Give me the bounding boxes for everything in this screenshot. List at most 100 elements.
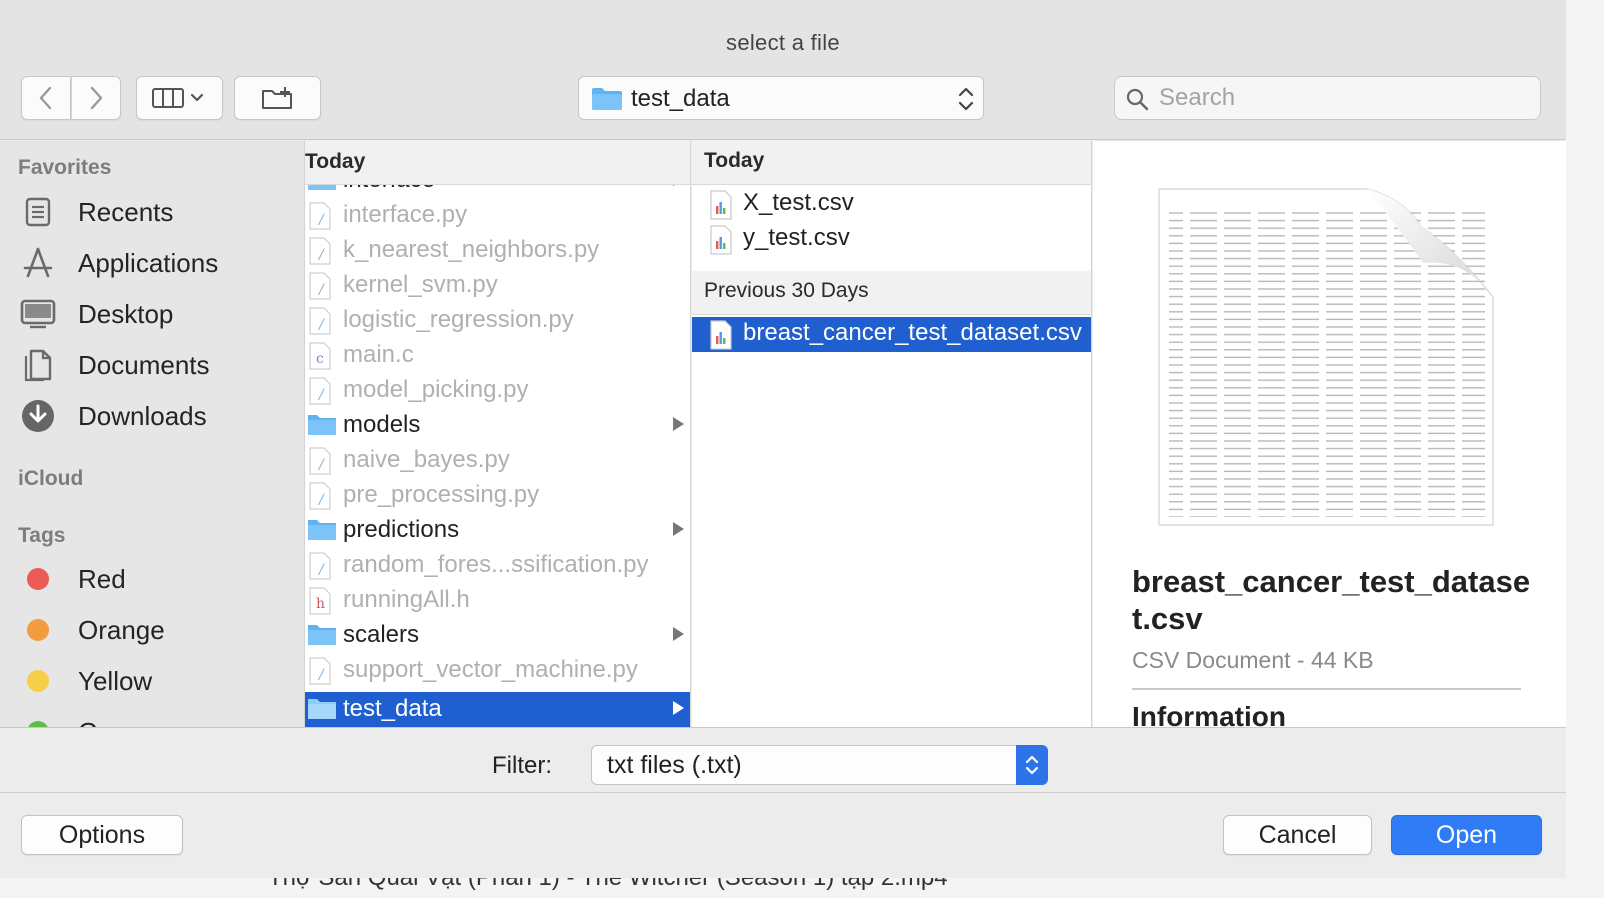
item-name: runningAll.h <box>343 586 470 613</box>
item-name: support_vector_machine.py <box>343 656 638 683</box>
background-window-edge <box>1566 0 1604 898</box>
cancel-button[interactable]: Cancel <box>1223 815 1372 855</box>
search-field[interactable] <box>1114 76 1541 120</box>
csv-file-icon <box>710 320 732 350</box>
orange-tag-dot-icon <box>27 619 49 641</box>
sidebar-item-label: Downloads <box>78 400 207 431</box>
documents-icon <box>18 345 58 385</box>
python-file-icon: / <box>309 307 331 335</box>
preview-info-heading: Information <box>1132 701 1286 727</box>
new-folder-icon <box>261 87 292 109</box>
python-file-icon: / <box>309 657 331 685</box>
list-item-file[interactable]: / interface.py <box>305 198 690 233</box>
chevron-left-icon <box>39 86 52 110</box>
folder-icon <box>592 88 622 110</box>
new-folder-button[interactable] <box>234 76 321 120</box>
open-file-dialog: select a file test_data Search Favorites… <box>0 0 1566 878</box>
up-down-arrows-icon <box>958 87 974 111</box>
svg-text:h: h <box>316 596 325 612</box>
sidebar-tag-green[interactable]: Green <box>18 712 298 727</box>
search-input[interactable] <box>1159 81 1529 115</box>
sidebar-tag-orange[interactable]: Orange <box>18 610 298 650</box>
item-name: scalers <box>343 621 420 648</box>
filter-select[interactable]: txt files (.txt) <box>591 745 1048 785</box>
list-item-file[interactable]: c main.c <box>305 338 690 373</box>
sidebar-tag-red[interactable]: Red <box>18 559 298 599</box>
csv-file-icon <box>710 190 732 220</box>
item-name: kernel_svm.py <box>343 271 498 298</box>
back-button[interactable] <box>21 76 71 120</box>
list-item-folder[interactable]: scalers <box>305 618 690 653</box>
list-item-file[interactable]: / support_vector_machine.py <box>305 653 690 688</box>
location-label: test_data <box>631 85 730 112</box>
sidebar-item-label: Recents <box>78 196 174 227</box>
preview-file-kind: CSV Document - 44 KB <box>1132 647 1374 673</box>
folder-icon <box>308 625 336 645</box>
item-name: interface.py <box>343 201 468 228</box>
list-item-file[interactable]: / pre_processing.py <box>305 478 690 513</box>
desktop-icon <box>18 294 58 334</box>
list-item-file[interactable]: / kernel_svm.py <box>305 268 690 303</box>
item-name: naive_bayes.py <box>343 446 510 473</box>
sidebar-item-label: Orange <box>78 614 165 645</box>
sidebar-item-downloads[interactable]: Downloads <box>18 396 298 436</box>
list-item-file[interactable]: h runningAll.h <box>305 583 690 618</box>
sidebar-item-label: Red <box>78 563 126 594</box>
preview-divider <box>1132 688 1521 690</box>
sidebar-item-recents[interactable]: Recents <box>18 192 298 232</box>
browser-column-parent: interface Today / interface.py / k_neare… <box>304 141 691 727</box>
toolbar: select a file test_data Search <box>0 0 1566 140</box>
folder-icon <box>308 415 336 435</box>
python-file-icon: / <box>309 272 331 300</box>
list-item-file[interactable]: / model_picking.py <box>305 373 690 408</box>
background-file-name: Thợ Săn Quái Vật (Phần 1) - The Witcher … <box>268 878 948 892</box>
python-file-icon: / <box>309 202 331 230</box>
yellow-tag-dot-icon <box>27 670 49 692</box>
filter-value: txt files (.txt) <box>607 751 742 779</box>
list-item-file[interactable]: X_test.csv <box>692 187 1091 222</box>
column-header: Today <box>305 141 690 185</box>
options-button[interactable]: Options <box>21 815 183 855</box>
item-name: X_test.csv <box>743 189 854 216</box>
item-name: models <box>343 411 421 438</box>
list-item-file[interactable]: / naive_bayes.py <box>305 443 690 478</box>
list-item-file[interactable]: y_test.csv <box>692 222 1091 257</box>
preview-file-name: breast_cancer_test_dataset.csv <box>1132 564 1531 636</box>
list-item-file[interactable]: / logistic_regression.py <box>305 303 690 338</box>
sidebar-item-documents[interactable]: Documents <box>18 345 298 385</box>
disclosure-arrow-icon <box>673 522 684 536</box>
python-file-icon: / <box>309 237 331 265</box>
sidebar-item-label: Documents <box>78 349 210 380</box>
list-item-file-selected[interactable]: breast_cancer_test_dataset.csv <box>692 317 1091 352</box>
applications-icon <box>18 243 58 283</box>
list-item-folder-selected[interactable]: test_data <box>305 692 690 727</box>
filter-bar: Filter: txt files (.txt) <box>0 727 1566 793</box>
disclosure-arrow-icon <box>673 417 684 431</box>
dialog-title: select a file <box>726 30 840 55</box>
downloads-icon <box>18 396 58 436</box>
sidebar-item-applications[interactable]: Applications <box>18 243 298 283</box>
item-name: model_picking.py <box>343 376 529 403</box>
python-file-icon: / <box>309 447 331 475</box>
filter-label: Filter: <box>492 752 552 779</box>
view-mode-button[interactable] <box>136 76 223 120</box>
sidebar-item-label: Green <box>78 717 150 728</box>
favorites-heading: Favorites <box>18 156 112 179</box>
browser-column-files: Today X_test.csv y_test.csv Previous 30 … <box>692 141 1092 727</box>
list-item-file[interactable]: / k_nearest_neighbors.py <box>305 233 690 268</box>
csv-file-icon <box>710 225 732 255</box>
list-item-file[interactable]: / random_fores...ssification.py <box>305 548 690 583</box>
forward-button[interactable] <box>71 76 121 120</box>
section-header-previous-30-days: Previous 30 Days <box>692 271 1091 315</box>
location-popup[interactable]: test_data <box>578 76 984 120</box>
sidebar-tag-yellow[interactable]: Yellow <box>18 661 298 701</box>
list-item-folder[interactable]: models <box>305 408 690 443</box>
open-button[interactable]: Open <box>1391 815 1542 855</box>
item-name: y_test.csv <box>743 224 850 251</box>
recents-icon <box>18 192 58 232</box>
red-tag-dot-icon <box>27 568 49 590</box>
item-name: random_fores...ssification.py <box>343 551 649 578</box>
list-item-folder[interactable]: predictions <box>305 513 690 548</box>
sidebar-item-desktop[interactable]: Desktop <box>18 294 298 334</box>
item-name: logistic_regression.py <box>343 306 574 333</box>
